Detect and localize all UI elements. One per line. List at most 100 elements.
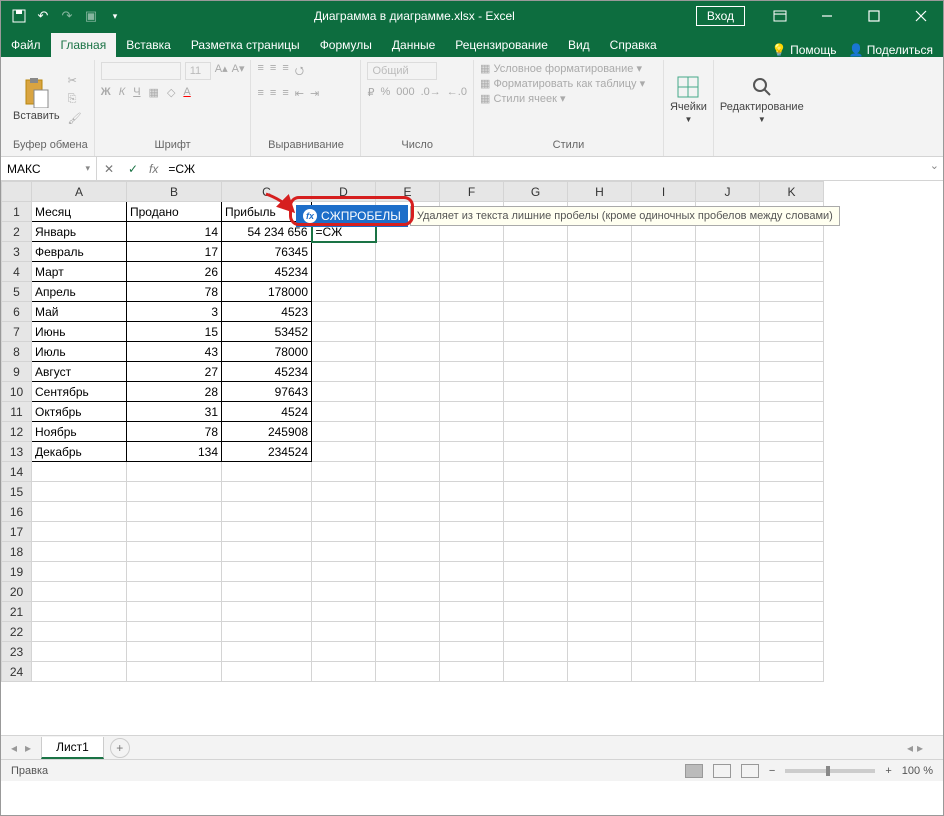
cell[interactable]: [440, 422, 504, 442]
cell[interactable]: [376, 522, 440, 542]
hscroll-right-icon[interactable]: ▸: [917, 741, 923, 755]
cell[interactable]: [568, 302, 632, 322]
cell[interactable]: [760, 622, 824, 642]
format-table-button[interactable]: ▦ Форматировать как таблицу ▾: [480, 77, 645, 90]
column-header[interactable]: G: [504, 182, 568, 202]
save-icon[interactable]: [11, 8, 27, 24]
cell[interactable]: 134: [127, 442, 222, 462]
cell[interactable]: [312, 362, 376, 382]
cell[interactable]: [376, 502, 440, 522]
row-header[interactable]: 1: [2, 202, 32, 222]
cell[interactable]: [696, 662, 760, 682]
cell[interactable]: [312, 242, 376, 262]
cell[interactable]: [568, 342, 632, 362]
cell[interactable]: [312, 302, 376, 322]
cell[interactable]: [696, 602, 760, 622]
column-header[interactable]: D: [312, 182, 376, 202]
cell[interactable]: [32, 602, 127, 622]
row-header[interactable]: 6: [2, 302, 32, 322]
cell[interactable]: [32, 582, 127, 602]
cell[interactable]: Месяц: [32, 202, 127, 222]
cell[interactable]: [568, 422, 632, 442]
cell[interactable]: [127, 662, 222, 682]
cells-button[interactable]: Ячейки▼: [670, 75, 707, 124]
cell[interactable]: [696, 242, 760, 262]
cell[interactable]: 45234: [222, 262, 312, 282]
cell[interactable]: [127, 542, 222, 562]
cell[interactable]: [440, 362, 504, 382]
cell[interactable]: [312, 382, 376, 402]
cell[interactable]: [568, 382, 632, 402]
cell[interactable]: [760, 582, 824, 602]
cell[interactable]: [760, 422, 824, 442]
zoom-in-icon[interactable]: +: [885, 765, 891, 777]
column-header[interactable]: K: [760, 182, 824, 202]
sheet-prev-icon[interactable]: ◂: [11, 741, 17, 755]
cell[interactable]: [504, 462, 568, 482]
cell[interactable]: 31: [127, 402, 222, 422]
cell[interactable]: [568, 362, 632, 382]
cell[interactable]: [504, 502, 568, 522]
cancel-formula-icon[interactable]: ✕: [97, 162, 121, 176]
cell[interactable]: [504, 522, 568, 542]
currency-icon[interactable]: ₽: [367, 86, 374, 99]
copy-icon[interactable]: ⎘: [68, 93, 82, 106]
cell[interactable]: [632, 602, 696, 622]
cell[interactable]: Ноябрь: [32, 422, 127, 442]
cell[interactable]: [696, 622, 760, 642]
cell[interactable]: [696, 322, 760, 342]
inc-decimal-icon[interactable]: .0→: [421, 86, 441, 99]
cell[interactable]: [222, 502, 312, 522]
format-painter-icon[interactable]: 🖌: [68, 112, 82, 125]
cell[interactable]: [312, 462, 376, 482]
cell[interactable]: [376, 482, 440, 502]
cell[interactable]: [222, 482, 312, 502]
cell[interactable]: [440, 642, 504, 662]
column-header[interactable]: E: [376, 182, 440, 202]
cell[interactable]: [440, 462, 504, 482]
row-header[interactable]: 18: [2, 542, 32, 562]
cell[interactable]: [696, 642, 760, 662]
cell[interactable]: [632, 442, 696, 462]
cell[interactable]: [32, 522, 127, 542]
cell[interactable]: [127, 502, 222, 522]
cell[interactable]: 245908: [222, 422, 312, 442]
maximize-icon[interactable]: [851, 1, 896, 31]
editing-button[interactable]: Редактирование▼: [720, 75, 804, 124]
cell[interactable]: [760, 262, 824, 282]
cell[interactable]: Июнь: [32, 322, 127, 342]
row-header[interactable]: 23: [2, 642, 32, 662]
cell[interactable]: [376, 362, 440, 382]
cell[interactable]: [440, 262, 504, 282]
row-header[interactable]: 12: [2, 422, 32, 442]
underline-icon[interactable]: Ч: [133, 86, 140, 99]
cell[interactable]: [760, 442, 824, 462]
cell[interactable]: [376, 542, 440, 562]
cell[interactable]: 45234: [222, 362, 312, 382]
tell-me[interactable]: 💡 Помощь: [772, 43, 837, 57]
cell[interactable]: [127, 522, 222, 542]
tab-file[interactable]: Файл: [1, 33, 51, 57]
bold-icon[interactable]: Ж: [101, 86, 111, 99]
cell[interactable]: Февраль: [32, 242, 127, 262]
view-page-break-icon[interactable]: [741, 764, 759, 778]
cell[interactable]: [632, 402, 696, 422]
cell[interactable]: [632, 562, 696, 582]
cell[interactable]: [568, 462, 632, 482]
cell[interactable]: Август: [32, 362, 127, 382]
cell[interactable]: [696, 482, 760, 502]
cell[interactable]: [222, 522, 312, 542]
cell[interactable]: [696, 502, 760, 522]
row-header[interactable]: 22: [2, 622, 32, 642]
cell[interactable]: [568, 402, 632, 422]
cell[interactable]: 4523: [222, 302, 312, 322]
cell[interactable]: [760, 482, 824, 502]
cell[interactable]: [696, 342, 760, 362]
row-header[interactable]: 3: [2, 242, 32, 262]
cell[interactable]: [312, 342, 376, 362]
cell[interactable]: [632, 382, 696, 402]
tab-insert[interactable]: Вставка: [116, 33, 181, 57]
paste-button[interactable]: Вставить: [13, 76, 60, 122]
orientation-icon[interactable]: ⭯: [295, 62, 304, 81]
cell[interactable]: [312, 262, 376, 282]
